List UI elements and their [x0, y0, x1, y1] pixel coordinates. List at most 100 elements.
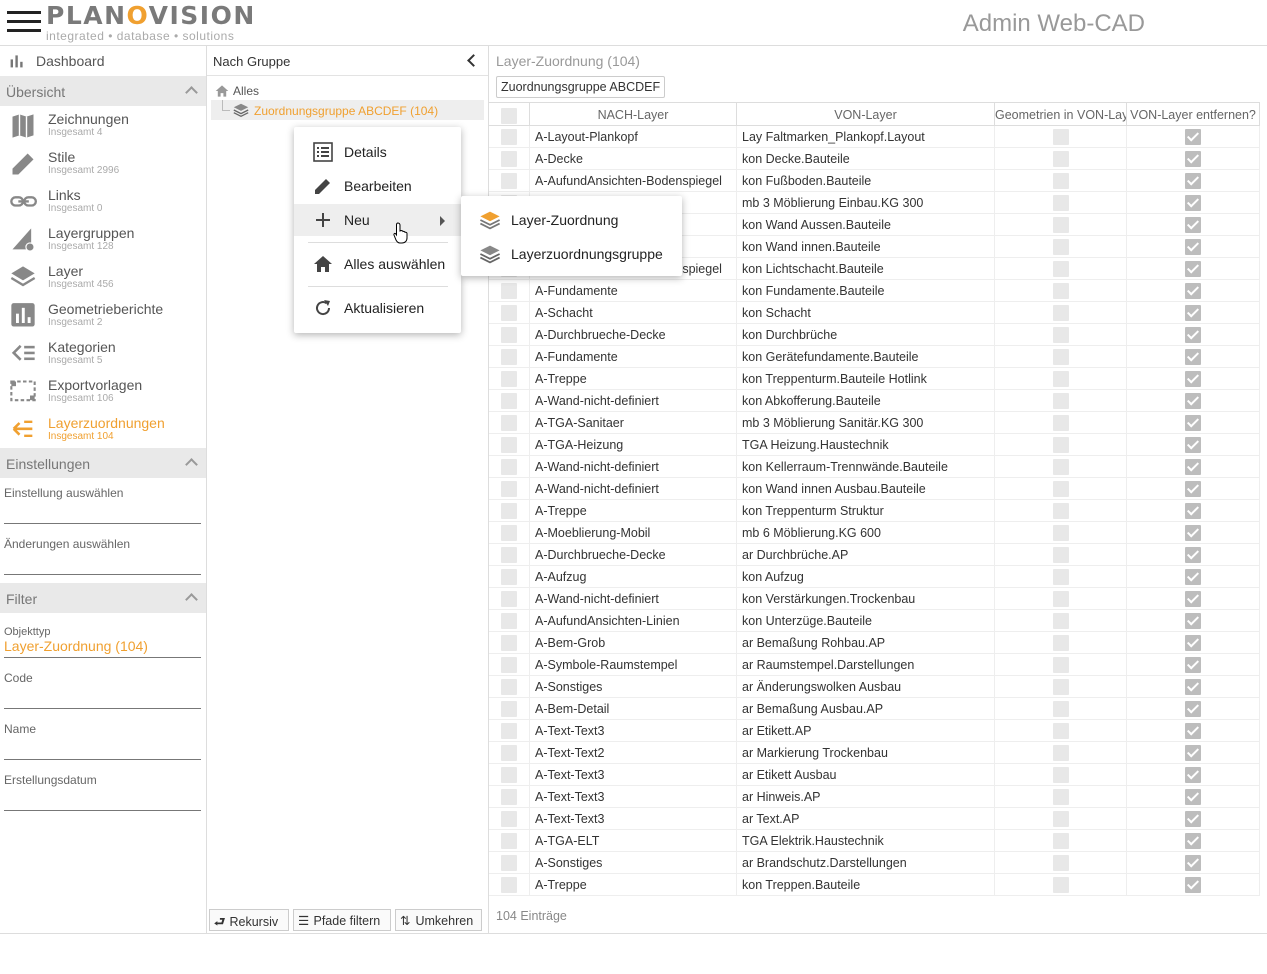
row-checkbox[interactable] — [501, 349, 517, 365]
row-checkbox[interactable] — [501, 811, 517, 827]
column-header-remove[interactable]: VON-Layer entfernen? — [1127, 103, 1260, 126]
filter-objecttype[interactable]: Objekttyp Layer-Zuordnung (104) — [0, 613, 206, 663]
table-row[interactable]: A-Treppe kon Treppenturm.Bauteile Hotlink — [489, 368, 1260, 390]
cell-remove-layer[interactable] — [1127, 478, 1260, 500]
table-row[interactable]: A-Fundamente kon Gerätefundamente.Bauteil… — [489, 346, 1260, 368]
remove-layer-checkbox[interactable] — [1185, 217, 1201, 233]
row-select-cell[interactable] — [489, 830, 530, 852]
cell-remove-layer[interactable] — [1127, 192, 1260, 214]
sidebar-item-layerzuordnungen[interactable]: Layerzuordnungen Insgesamt 104 — [0, 410, 206, 448]
filter-date[interactable]: Erstellungsdatum — [0, 765, 206, 816]
row-select-cell[interactable] — [489, 654, 530, 676]
cell-remove-layer[interactable] — [1127, 698, 1260, 720]
cell-remove-layer[interactable] — [1127, 412, 1260, 434]
row-checkbox[interactable] — [501, 283, 517, 299]
table-row[interactable]: A-Durchbrueche-Decke ar Durchbrüche.AP — [489, 544, 1260, 566]
row-checkbox[interactable] — [501, 525, 517, 541]
table-row[interactable]: A-Aufzug kon Aufzug — [489, 566, 1260, 588]
cell-remove-layer[interactable] — [1127, 434, 1260, 456]
submenu-item-layer-mapping[interactable]: Layer-Zuordnung — [461, 204, 682, 236]
row-select-cell[interactable] — [489, 720, 530, 742]
table-row[interactable]: A-Layout-Plankopf Lay Faltmarken_Plankopf… — [489, 126, 1260, 148]
remove-layer-checkbox[interactable] — [1185, 503, 1201, 519]
remove-layer-checkbox[interactable] — [1185, 327, 1201, 343]
filter-name[interactable]: Name — [0, 714, 206, 765]
row-select-cell[interactable] — [489, 170, 530, 192]
tree-node-group[interactable]: Zuordnungsgruppe ABCDEF (104) — [211, 100, 484, 120]
remove-layer-checkbox[interactable] — [1185, 811, 1201, 827]
remove-layer-checkbox[interactable] — [1185, 767, 1201, 783]
table-row[interactable]: A-Fundamente kon Fundamente.Bauteile — [489, 280, 1260, 302]
row-checkbox[interactable] — [501, 833, 517, 849]
row-checkbox[interactable] — [501, 481, 517, 497]
sidebar-item-zeichnungen[interactable]: Zeichnungen Insgesamt 4 — [0, 106, 206, 144]
row-checkbox[interactable] — [501, 657, 517, 673]
row-select-cell[interactable] — [489, 522, 530, 544]
column-header-geometries[interactable]: Geometrien in VON-Layer — [995, 103, 1127, 126]
remove-layer-checkbox[interactable] — [1185, 635, 1201, 651]
menu-item-refresh[interactable]: Aktualisieren — [294, 292, 461, 324]
recursive-button[interactable]: ⮐ Rekursiv — [209, 909, 289, 931]
remove-layer-checkbox[interactable] — [1185, 679, 1201, 695]
row-checkbox[interactable] — [501, 173, 517, 189]
cell-remove-layer[interactable] — [1127, 720, 1260, 742]
table-row[interactable]: A-Treppe kon Treppenturm Struktur — [489, 500, 1260, 522]
remove-layer-checkbox[interactable] — [1185, 613, 1201, 629]
hamburger-menu-icon[interactable] — [7, 9, 41, 35]
cell-remove-layer[interactable] — [1127, 456, 1260, 478]
row-checkbox[interactable] — [501, 415, 517, 431]
overview-section-header[interactable]: Übersicht — [0, 76, 206, 106]
row-checkbox[interactable] — [501, 503, 517, 519]
chevron-up-icon[interactable] — [185, 458, 198, 471]
sidebar-item-dashboard[interactable]: Dashboard — [0, 46, 206, 76]
remove-layer-checkbox[interactable] — [1185, 591, 1201, 607]
menu-item-select-all[interactable]: Alles auswählen — [294, 248, 461, 280]
sidebar-item-layer[interactable]: Layer Insgesamt 456 — [0, 258, 206, 296]
row-select-cell[interactable] — [489, 390, 530, 412]
remove-layer-checkbox[interactable] — [1185, 459, 1201, 475]
cell-remove-layer[interactable] — [1127, 214, 1260, 236]
table-row[interactable]: A-Sonstiges ar Brandschutz.Darstellungen — [489, 852, 1260, 874]
row-checkbox[interactable] — [501, 855, 517, 871]
table-row[interactable]: A-Durchbrueche-Decke kon Durchbrüche — [489, 324, 1260, 346]
cell-remove-layer[interactable] — [1127, 874, 1260, 896]
row-checkbox[interactable] — [501, 459, 517, 475]
remove-layer-checkbox[interactable] — [1185, 393, 1201, 409]
row-checkbox[interactable] — [501, 547, 517, 563]
row-checkbox[interactable] — [501, 591, 517, 607]
remove-layer-checkbox[interactable] — [1185, 723, 1201, 739]
menu-item-edit[interactable]: Bearbeiten — [294, 170, 461, 202]
table-row[interactable]: A-Wand-nicht-definiert kon Abkofferung.Ba… — [489, 390, 1260, 412]
group-filter-chip[interactable]: Zuordnungsgruppe ABCDEF — [496, 76, 666, 98]
cell-remove-layer[interactable] — [1127, 280, 1260, 302]
row-select-cell[interactable] — [489, 456, 530, 478]
row-select-cell[interactable] — [489, 412, 530, 434]
table-row[interactable]: A-Wand-nicht-definiert kon Kellerraum-Tre… — [489, 456, 1260, 478]
remove-layer-checkbox[interactable] — [1185, 855, 1201, 871]
cell-remove-layer[interactable] — [1127, 786, 1260, 808]
sidebar-item-layergruppen[interactable]: Layergruppen Insgesamt 128 — [0, 220, 206, 258]
cell-remove-layer[interactable] — [1127, 126, 1260, 148]
remove-layer-checkbox[interactable] — [1185, 415, 1201, 431]
date-input[interactable] — [4, 787, 201, 811]
cell-remove-layer[interactable] — [1127, 522, 1260, 544]
menu-item-new[interactable]: Neu — [294, 204, 461, 236]
row-select-cell[interactable] — [489, 764, 530, 786]
cell-remove-layer[interactable] — [1127, 852, 1260, 874]
remove-layer-checkbox[interactable] — [1185, 437, 1201, 453]
settings-select[interactable]: Einstellung auswählen — [0, 478, 206, 529]
table-row[interactable]: A-Bem-Detail ar Bemaßung Ausbau.AP — [489, 698, 1260, 720]
table-row[interactable]: A-Text-Text3 ar Etikett Ausbau — [489, 764, 1260, 786]
settings-section-header[interactable]: Einstellungen — [0, 448, 206, 478]
remove-layer-checkbox[interactable] — [1185, 151, 1201, 167]
table-row[interactable]: A-AufundAnsichten-Linien kon Unterzüge.Ba… — [489, 610, 1260, 632]
row-select-cell[interactable] — [489, 324, 530, 346]
table-row[interactable]: A-TGA-ELT TGA Elektrik.Haustechnik — [489, 830, 1260, 852]
cell-remove-layer[interactable] — [1127, 170, 1260, 192]
row-checkbox[interactable] — [501, 305, 517, 321]
row-checkbox[interactable] — [501, 723, 517, 739]
remove-layer-checkbox[interactable] — [1185, 349, 1201, 365]
sidebar-item-stile[interactable]: Stile Insgesamt 2996 — [0, 144, 206, 182]
row-checkbox[interactable] — [501, 569, 517, 585]
remove-layer-checkbox[interactable] — [1185, 173, 1201, 189]
